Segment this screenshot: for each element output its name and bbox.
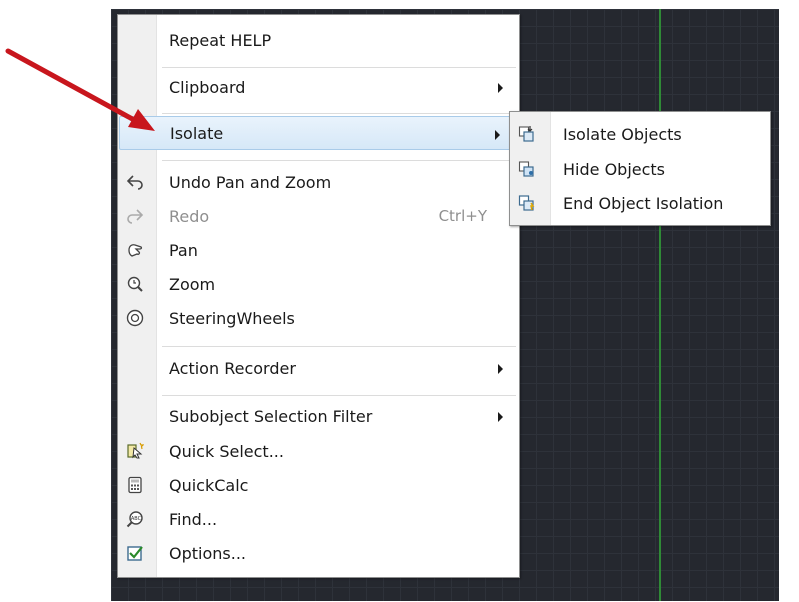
menu-separator [162,395,516,396]
calculator-icon [126,476,144,494]
submenu-arrow-icon [498,364,503,374]
menu-item-quick-select[interactable]: Quick Select... [118,434,519,468]
menu-item-subobject-selection-filter[interactable]: Subobject Selection Filter [118,399,519,433]
menu-separator [162,113,516,114]
menu-item-pan[interactable]: Pan [118,233,519,267]
pan-hand-icon [126,241,144,259]
menu-item-undo[interactable]: Undo Pan and Zoom [118,165,519,199]
submenu-item-label: End Object Isolation [563,193,724,213]
svg-text:ABC: ABC [131,516,142,522]
menu-item-label: Subobject Selection Filter [169,406,373,426]
submenu-arrow-icon [495,130,500,140]
submenu-item-label: Isolate Objects [563,124,682,144]
menu-item-label: Quick Select... [169,441,284,461]
menu-item-label: Pan [169,240,198,260]
menu-item-label: Find... [169,509,218,529]
menu-item-quickcalc[interactable]: QuickCalc [118,468,519,502]
menu-item-redo: Redo Ctrl+Y [118,199,519,233]
menu-item-action-recorder[interactable]: Action Recorder [118,351,519,385]
menu-item-label: Redo [169,206,210,226]
y-axis-line [659,9,661,601]
hide-objects-icon [518,160,536,178]
menu-item-steeringwheels[interactable]: SteeringWheels [118,301,519,335]
menu-item-options[interactable]: Options... [118,536,519,570]
undo-icon [126,173,144,191]
menu-separator [162,160,516,161]
end-isolation-icon [518,194,536,212]
zoom-icon [126,275,144,293]
menu-item-label: Zoom [169,274,216,294]
submenu-item-isolate-objects[interactable]: Isolate Objects [510,117,770,151]
menu-item-shortcut: Ctrl+Y [438,207,487,225]
quick-select-icon [126,442,144,460]
submenu-arrow-icon [498,412,503,422]
menu-item-label: Options... [169,543,246,563]
menu-item-label: QuickCalc [169,475,249,495]
menu-item-label: Undo Pan and Zoom [169,172,332,192]
menu-separator [162,67,516,68]
menu-item-label: Action Recorder [169,358,296,378]
redo-icon [126,207,144,225]
submenu-arrow-icon [498,83,503,93]
steering-wheel-icon [126,309,144,327]
menu-item-zoom[interactable]: Zoom [118,267,519,301]
isolate-submenu: Isolate Objects Hide Objects End Object … [509,111,771,226]
annotation-arrow-icon [5,48,155,131]
submenu-item-end-object-isolation[interactable]: End Object Isolation [510,186,770,220]
menu-separator [162,346,516,347]
isolate-objects-icon [518,125,536,143]
menu-item-find[interactable]: ABC Find... [118,502,519,536]
find-icon: ABC [126,510,144,528]
submenu-item-label: Hide Objects [563,159,666,179]
options-checkbox-icon [126,544,144,562]
submenu-item-hide-objects[interactable]: Hide Objects [510,152,770,186]
menu-item-label: SteeringWheels [169,308,295,328]
